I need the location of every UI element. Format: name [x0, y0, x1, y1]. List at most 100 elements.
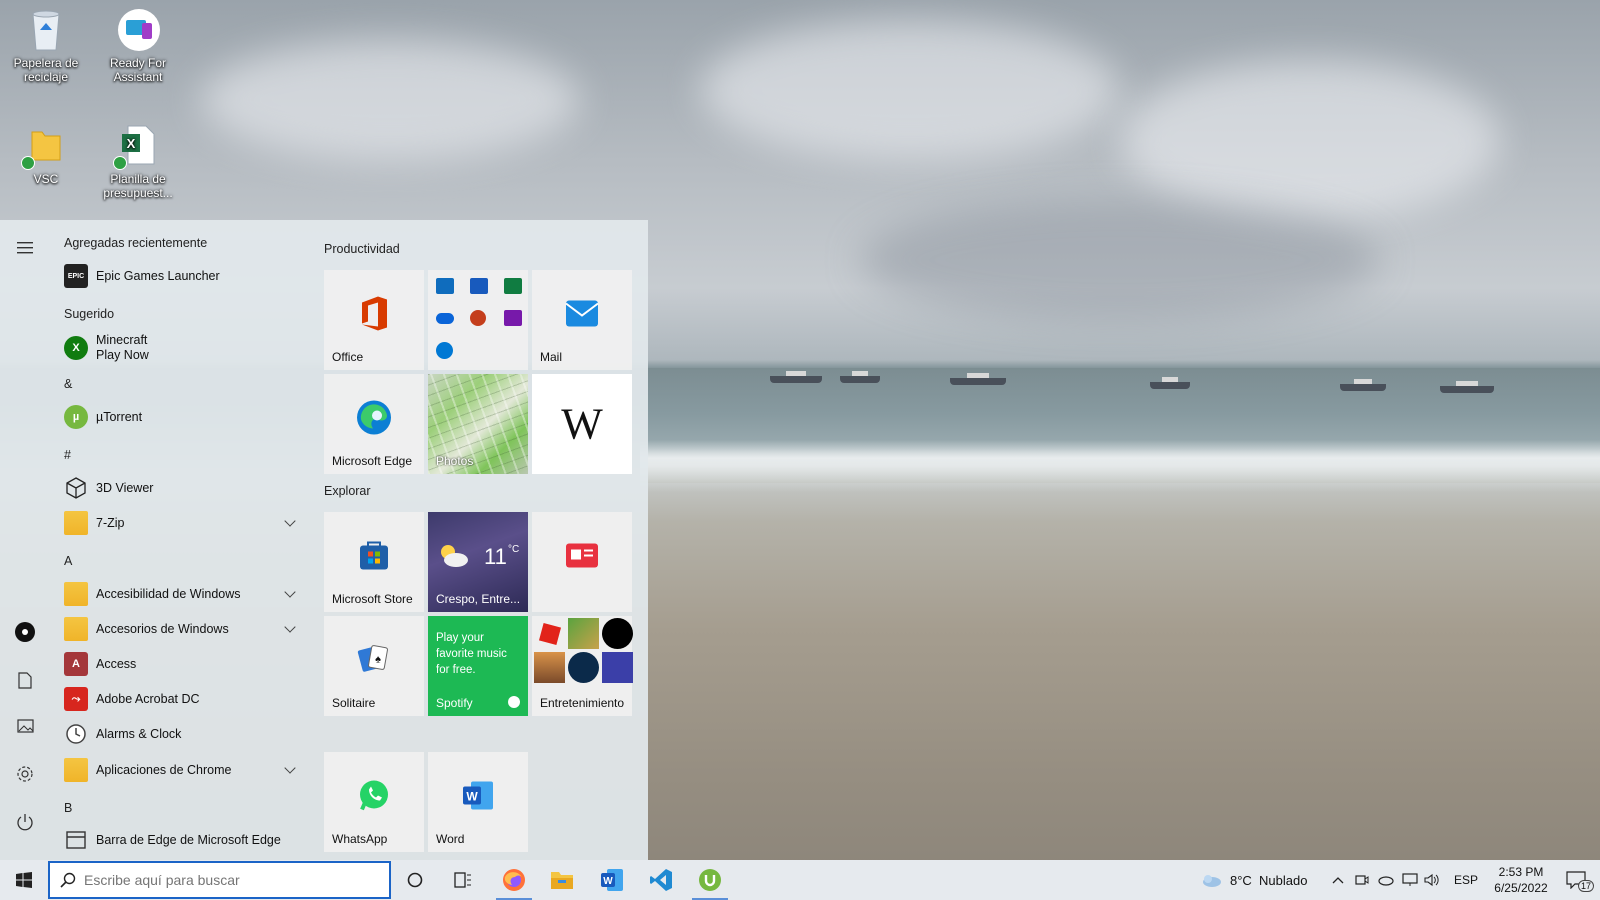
letter-header[interactable]: &	[64, 377, 72, 391]
firefox-icon	[503, 869, 525, 891]
taskbar-file-explorer[interactable]	[538, 860, 586, 900]
cloud	[860, 200, 1380, 320]
edge-icon	[356, 400, 392, 441]
weather-widget[interactable]: 8°C Nublado	[1200, 860, 1307, 900]
chevron-down-icon	[284, 762, 296, 774]
folder-icon	[64, 582, 88, 606]
app-aplicaciones-de-chrome[interactable]: Aplicaciones de Chrome	[64, 754, 304, 786]
app-label: Accesorios de Windows	[96, 622, 229, 636]
tile-office-apps-folder[interactable]	[428, 270, 528, 370]
tile-microsoft-edge[interactable]: Microsoft Edge	[324, 374, 424, 474]
show-hidden-icons-button[interactable]	[1332, 860, 1344, 900]
documents-icon[interactable]	[13, 668, 37, 692]
network-button[interactable]	[1402, 860, 1418, 900]
taskbar-word[interactable]: W	[588, 860, 636, 900]
tile-label: Microsoft Store	[332, 592, 413, 606]
taskbar-vscode[interactable]	[637, 860, 685, 900]
suggested-header: Sugerido	[64, 307, 115, 321]
taskbar-utorrent[interactable]	[686, 860, 734, 900]
search-input[interactable]	[84, 872, 364, 888]
user-avatar-icon[interactable]	[13, 620, 37, 644]
speaker-icon	[1424, 873, 1439, 887]
boat	[770, 371, 822, 383]
tile-microsoft-store[interactable]: Microsoft Store	[324, 512, 424, 612]
tile-entretenimiento[interactable]: Entretenimiento	[532, 616, 633, 716]
tile-mail[interactable]: Mail	[532, 270, 632, 370]
start-button[interactable]	[0, 860, 48, 900]
excel-icon	[504, 278, 522, 294]
vscode-icon	[650, 869, 672, 891]
search-box[interactable]	[48, 861, 391, 899]
app-list: Agregadas recientemente EPIC Epic Games …	[50, 220, 310, 860]
boat	[1440, 381, 1494, 393]
onedrive-icon	[436, 313, 454, 324]
access-icon: A	[64, 652, 88, 676]
svg-text:♠: ♠	[375, 654, 381, 666]
settings-gear-icon[interactable]	[13, 762, 37, 786]
letter-header[interactable]: A	[64, 554, 72, 568]
tile-whatsapp[interactable]: WhatsApp	[324, 752, 424, 852]
app-alarms-clock[interactable]: Alarms & Clock	[64, 718, 304, 750]
desktop-icon-ready-for-assistant[interactable]: Ready For Assistant	[96, 8, 180, 84]
app-accesibilidad-de-windows[interactable]: Accesibilidad de Windows	[64, 578, 304, 610]
hamburger-menu-icon[interactable]	[13, 236, 37, 260]
wikipedia-icon: W	[561, 399, 603, 449]
app-epic-games-launcher[interactable]: EPIC Epic Games Launcher	[64, 260, 304, 292]
notification-center-button[interactable]: 17	[1560, 860, 1595, 900]
camera-icon	[1355, 875, 1369, 885]
chevron-up-icon	[1332, 877, 1344, 884]
tile-photos[interactable]: Photos	[428, 374, 528, 474]
app-adobe-acrobat-dc[interactable]: ⤳ Adobe Acrobat DC	[64, 683, 304, 715]
task-view-button[interactable]	[443, 860, 483, 900]
app-accesorios-de-windows[interactable]: Accesorios de Windows	[64, 613, 304, 645]
edge-bar-icon	[64, 828, 88, 852]
power-icon[interactable]	[13, 810, 37, 834]
app-label: Minecraft	[96, 333, 148, 347]
tile-spotify[interactable]: Play your favorite music for free. Spoti…	[428, 616, 528, 716]
desktop-icon-vsc[interactable]: VSC	[4, 124, 88, 186]
tile-label: Mail	[540, 350, 563, 364]
app-sublabel: Play Now	[96, 348, 149, 362]
tile-word[interactable]: W Word	[428, 752, 528, 852]
app-3d-viewer[interactable]: 3D Viewer	[64, 472, 304, 504]
taskbar-firefox[interactable]	[490, 860, 538, 900]
clock-icon	[64, 722, 88, 746]
letter-header[interactable]: #	[64, 448, 71, 462]
tile-weather[interactable]: 11 °C Crespo, Entre...	[428, 512, 528, 612]
game-icon	[534, 652, 565, 683]
task-view-icon	[454, 872, 471, 888]
folder-icon	[21, 124, 67, 170]
photoshop-express-icon	[568, 652, 599, 683]
volume-button[interactable]	[1424, 860, 1440, 900]
app-access[interactable]: A Access	[64, 648, 304, 680]
app-7-zip[interactable]: 7-Zip	[64, 507, 304, 539]
chevron-down-icon	[284, 515, 296, 527]
desktop-icon-recycle-bin[interactable]: Papelera de reciclaje	[4, 8, 88, 84]
clock-date: 6/25/2022	[1494, 881, 1548, 895]
onedrive-tray-button[interactable]	[1376, 860, 1394, 900]
tile-solitaire[interactable]: ♠ Solitaire	[324, 616, 424, 716]
tile-wikipedia[interactable]: W	[532, 374, 632, 474]
letter-header[interactable]: B	[64, 801, 72, 815]
language-indicator[interactable]: ESP	[1454, 860, 1478, 900]
cloud	[200, 40, 580, 160]
tile-label: Photos	[436, 454, 474, 468]
app-barra-de-edge[interactable]: Barra de Edge de Microsoft Edge	[64, 824, 304, 856]
app-utorrent[interactable]: µ µTorrent	[64, 401, 304, 433]
pictures-icon[interactable]	[13, 714, 37, 738]
group-header-productividad[interactable]: Productividad	[324, 242, 400, 256]
spotify-icon	[508, 696, 520, 708]
skype-icon	[436, 342, 453, 359]
group-header-explorar[interactable]: Explorar	[324, 484, 371, 498]
chevron-down-icon	[284, 586, 296, 598]
clock[interactable]: 2:53 PM 6/25/2022	[1488, 860, 1554, 900]
tile-news[interactable]	[532, 512, 632, 612]
desktop-icon-excel-file[interactable]: X Planilla de presupuest...	[96, 124, 180, 200]
meet-now-button[interactable]	[1355, 860, 1369, 900]
cortana-button[interactable]	[395, 860, 435, 900]
tile-office[interactable]: Office	[324, 270, 424, 370]
taskbar: W 8°C Nublado ESP 2:53 PM 6/25/2022 17	[0, 860, 1600, 900]
desktop-icon-label: Papelera de reciclaje	[13, 56, 79, 84]
xbox-icon: X	[64, 336, 88, 360]
app-minecraft[interactable]: X Minecraft Play Now	[64, 330, 304, 366]
